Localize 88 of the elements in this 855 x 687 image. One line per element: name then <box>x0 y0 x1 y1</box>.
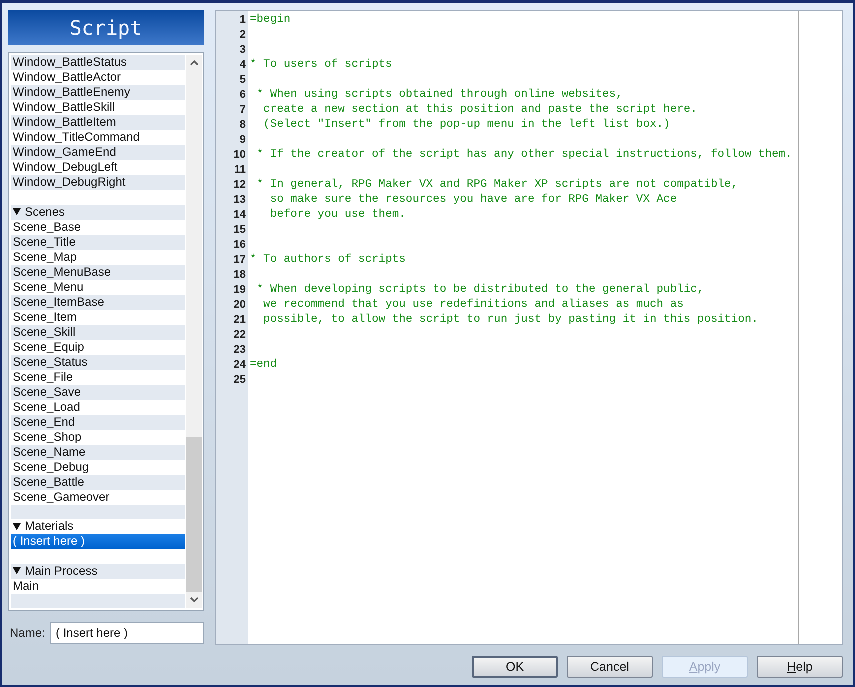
section-label: Materials <box>25 519 74 534</box>
script-list-item[interactable]: Scene_Status <box>11 354 186 370</box>
line-number: 15 <box>234 224 246 236</box>
script-list-item[interactable]: Window_TitleCommand <box>11 130 186 145</box>
script-list-item[interactable]: Scene_Load <box>11 400 186 414</box>
name-label: Name: <box>10 626 46 640</box>
line-number: 19 <box>234 284 246 296</box>
script-list-item[interactable]: Scene_Name <box>11 444 186 460</box>
section-label: Main Process <box>25 564 98 578</box>
chevron-up-icon[interactable] <box>190 60 199 66</box>
code-line: * When using scripts obtained through online websites, <box>256 89 623 101</box>
line-number: 20 <box>234 299 246 311</box>
script-list-item[interactable]: Scene_Menu <box>11 280 186 294</box>
script-list-item[interactable]: Scene_Shop <box>11 430 186 444</box>
section-header-item[interactable]: Main Process <box>11 564 186 578</box>
line-number: 17 <box>234 254 246 266</box>
script-list-item[interactable]: Scene_Map <box>11 250 186 264</box>
code-line: * In general, RPG Maker VX and RPG Maker XP scripts are not compatible, <box>256 179 738 191</box>
script-list-item[interactable]: Window_DebugLeft <box>11 160 186 175</box>
script-list-item[interactable]: Window_BattleActor <box>11 70 186 85</box>
script-list-item[interactable]: Scene_Battle <box>11 474 186 490</box>
code-line: create a new section at this position and paste the script here. <box>262 104 698 116</box>
script-list-item[interactable]: Main <box>11 578 186 594</box>
line-number: 13 <box>234 194 246 206</box>
script-title-banner: Script <box>8 10 204 45</box>
line-number: 2 <box>240 29 246 41</box>
script-list-item[interactable]: Scene_Base <box>11 220 186 234</box>
script-list-item[interactable]: Scene_Title <box>11 234 186 250</box>
dialog-button[interactable]: Cancel <box>567 656 653 678</box>
script-list-item[interactable]: Window_BattleStatus <box>11 55 186 70</box>
code-line: * If the creator of the script has any other special instructions, follow them. <box>256 149 792 161</box>
section-header-item[interactable]: Scenes <box>11 204 186 220</box>
code-line: * To users of scripts <box>250 59 392 71</box>
line-number: 25 <box>234 374 246 386</box>
script-list-item[interactable]: Window_BattleItem <box>11 115 186 130</box>
line-number: 14 <box>234 209 246 221</box>
script-list-item[interactable]: Scene_Skill <box>11 324 186 340</box>
line-number: 9 <box>240 134 246 146</box>
code-line: =begin <box>250 14 291 26</box>
code-line: we recommend that you use redefinitions and aliases as much as <box>262 299 684 311</box>
chevron-down-icon[interactable] <box>190 597 199 603</box>
script-list-item[interactable]: Window_DebugRight <box>11 175 186 190</box>
script-list-item[interactable]: Scene_Gameover <box>11 490 186 504</box>
code-line: before you use them. <box>269 209 406 221</box>
line-number: 3 <box>240 44 246 56</box>
script-list-item[interactable]: Scene_Save <box>11 384 186 400</box>
code-line: * When developing scripts to be distributed to the general public, <box>256 284 704 296</box>
line-number: 22 <box>234 329 246 341</box>
line-number: 23 <box>234 344 246 356</box>
script-list-item[interactable]: Scene_MenuBase <box>11 264 186 280</box>
line-number: 6 <box>240 89 246 101</box>
code-line: * To authors of scripts <box>250 254 406 266</box>
line-number: 7 <box>240 104 246 116</box>
code-line: =end <box>250 359 278 371</box>
line-number: 11 <box>234 164 246 176</box>
line-number: 16 <box>234 239 246 251</box>
script-list-item[interactable]: Scene_File <box>11 370 186 384</box>
script-list-item[interactable]: ( Insert here ) <box>11 534 186 549</box>
script-list-item[interactable]: Scene_Item <box>11 310 186 324</box>
line-number: 5 <box>240 74 246 86</box>
line-number: 18 <box>234 269 246 281</box>
line-number: 1 <box>240 14 246 26</box>
line-number: 10 <box>234 149 246 161</box>
code-line: (Select "Insert" from the pop-up menu in the left list box.) <box>262 119 670 131</box>
line-number: 21 <box>234 314 246 326</box>
dialog-button[interactable]: OK <box>472 656 558 678</box>
script-list-item[interactable]: Scene_Equip <box>11 340 186 354</box>
down-triangle-icon[interactable] <box>13 208 21 216</box>
script-list-item[interactable]: Window_BattleEnemy <box>11 85 186 100</box>
dialog-button[interactable]: Help <box>757 656 843 678</box>
scroll-thumb[interactable] <box>186 437 202 592</box>
script-list-item[interactable]: Window_BattleSkill <box>11 100 186 115</box>
script-list-item[interactable]: Scene_End <box>11 414 186 430</box>
section-label: Scenes <box>25 204 66 220</box>
line-number: 4 <box>240 59 246 71</box>
script-list-item[interactable]: Scene_Debug <box>11 460 186 474</box>
scrollbar[interactable] <box>186 55 202 608</box>
name-field[interactable]: ( Insert here ) <box>50 622 204 644</box>
line-number: 12 <box>234 179 246 191</box>
section-header-item[interactable]: Materials <box>11 519 186 534</box>
script-list-item[interactable]: Scene_ItemBase <box>11 294 186 310</box>
code-line: so make sure the resources you have are for RPG Maker VX Ace <box>269 194 678 206</box>
down-triangle-icon[interactable] <box>13 522 21 530</box>
down-triangle-icon[interactable] <box>13 567 21 575</box>
line-number: 8 <box>240 119 246 131</box>
code-line: possible, to allow the script to run just by pasting it in this position. <box>262 314 758 326</box>
script-list-item[interactable]: Window_GameEnd <box>11 145 186 160</box>
line-number: 24 <box>234 359 246 371</box>
